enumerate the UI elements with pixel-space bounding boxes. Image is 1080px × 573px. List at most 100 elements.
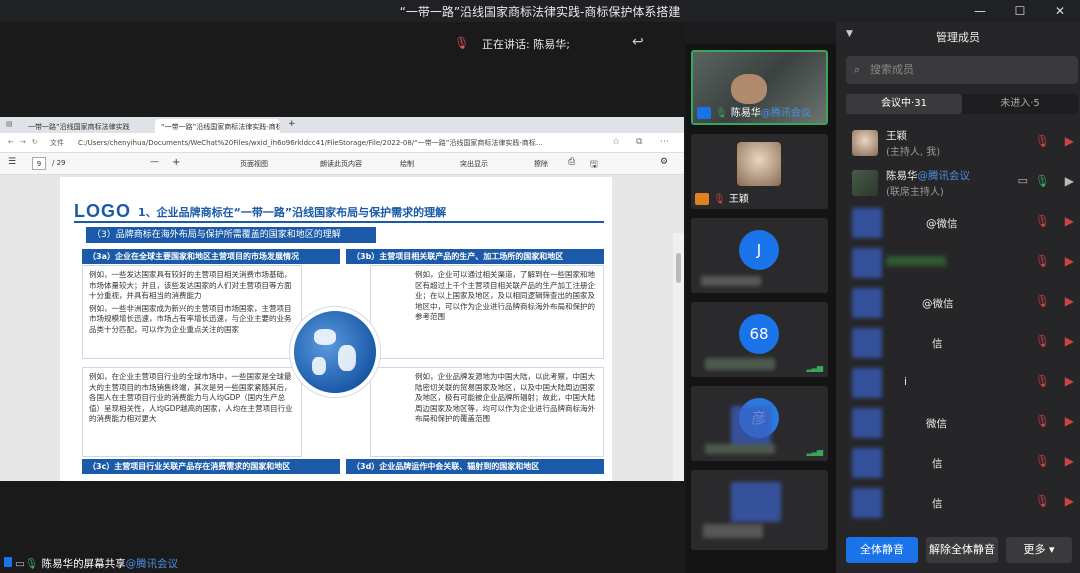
mute-all-button[interactable]: 全体静音 <box>846 537 918 563</box>
toc-icon[interactable]: ☰ <box>8 157 16 167</box>
video-tile[interactable]: J <box>691 218 828 293</box>
more-button[interactable]: 更多 ▾ <box>1006 537 1072 563</box>
scrollbar-thumb[interactable] <box>676 253 681 283</box>
globe-land <box>312 357 326 375</box>
member-row[interactable]: 信 🎙 ▶ <box>846 324 1080 364</box>
video-name: 🎙 陈易华@腾讯会议 <box>715 104 811 119</box>
member-search-input[interactable]: ⌕ 搜索成员 <box>846 56 1078 84</box>
q3d-paragraph-1: 例如，企业品牌发源地为中国大陆，以此考察，中国大陆密切关联的贸易国家及地区，以及… <box>415 372 595 423</box>
video-tile[interactable]: 🎙 陈易华@腾讯会议 <box>691 50 828 125</box>
draw-button[interactable]: 绘制 <box>400 159 414 169</box>
q3b-title: （3b）主营项目相关联产品的生产、加工场所的国家和地区 <box>346 249 604 264</box>
mic-muted-icon[interactable]: 🎙 <box>1035 134 1050 148</box>
camera-off-icon[interactable]: ▶ <box>1065 214 1074 228</box>
mic-muted-icon[interactable]: 🎙 <box>1035 334 1050 348</box>
member-row[interactable]: 信 🎙 ▶ <box>846 444 1080 484</box>
save-icon[interactable]: 🖫 <box>590 157 598 173</box>
q3a-paragraph-1: 例如，一些发达国家具有较好的主营项目相关消费市场基础，市场体量较大；并且，该些发… <box>89 270 292 300</box>
q3b-text: 例如，企业可以通过相关渠道，了解到在一些国家和地区有超过上千个主营项目相关联产品… <box>370 265 604 359</box>
collections-icon[interactable]: ⧉ <box>636 137 642 147</box>
mic-muted-icon[interactable]: 🎙 <box>1035 454 1050 468</box>
maximize-button[interactable]: ☐ <box>1000 0 1040 22</box>
camera-off-icon[interactable]: ▶ <box>1065 494 1074 508</box>
participant-avatar: 68 <box>739 314 779 354</box>
panel-title: 管理成员 <box>936 31 980 44</box>
nav-buttons[interactable]: ←→↻ <box>8 138 44 146</box>
blurred-avatar <box>852 288 882 318</box>
member-role: (联席主持人) <box>886 187 944 198</box>
member-row[interactable]: 信 🎙 ▶ <box>846 484 1080 524</box>
url-field[interactable]: C:/Users/chenyihua/Documents/WeChat%20Fi… <box>78 138 598 148</box>
mic-muted-icon[interactable]: 🎙 <box>1035 374 1050 388</box>
host-badge-icon <box>697 107 711 119</box>
video-tile[interactable] <box>691 470 828 550</box>
settings-icon[interactable]: ⚙ <box>660 157 668 167</box>
fit-view-button[interactable]: 页面视图 <box>240 159 268 169</box>
camera-icon[interactable]: ▶ <box>1065 174 1074 188</box>
close-button[interactable]: ✕ <box>1040 0 1080 22</box>
camera-off-icon[interactable]: ▶ <box>1065 374 1074 388</box>
video-tile[interactable]: 彦 ▂▃▅ <box>691 386 828 461</box>
blurred-avatar <box>731 406 771 446</box>
member-tag: 信 <box>932 458 943 470</box>
video-tile[interactable]: 68 ▂▃▅ <box>691 302 828 377</box>
host-badge-icon <box>695 193 709 205</box>
camera-off-icon[interactable]: ▶ <box>1065 254 1074 268</box>
mic-on-icon[interactable]: 🎙 <box>1035 174 1050 188</box>
camera-off-icon[interactable]: ▶ <box>1065 414 1074 428</box>
tab-in-meeting[interactable]: 会议中·31 <box>846 94 962 114</box>
camera-off-icon[interactable]: ▶ <box>1065 454 1074 468</box>
blurred-avatar <box>852 488 882 518</box>
pdf-page: LOGO 1、企业品牌商标在“一带一路”沿线国家布局与保护需求的理解 （3）品牌… <box>60 177 612 481</box>
member-tag: 信 <box>932 338 943 350</box>
window-title: “一带一路”沿线国家商标法律实践-商标保护体系搭建 <box>399 5 681 19</box>
shared-screen[interactable]: ▤ 一带一路”沿线国家商标法律实践 “一带一路”沿线国家商标法律实践-商标保 +… <box>0 117 684 481</box>
mic-muted-icon[interactable]: 🎙 <box>1035 294 1050 308</box>
tab-label: “一带一路”沿线国家商标法律实践-商标保 <box>161 123 280 131</box>
member-row[interactable]: 王颖 (主持人, 我) 🎙 ▶ <box>846 124 1080 164</box>
tab-not-joined[interactable]: 未进入·5 <box>962 94 1078 114</box>
member-row[interactable]: 微信 🎙 ▶ <box>846 404 1080 444</box>
globe-illustration <box>290 307 380 397</box>
member-row[interactable]: 🎙 ▶ <box>846 244 1080 284</box>
mic-muted-icon[interactable]: 🎙 <box>1035 254 1050 268</box>
mic-muted-icon[interactable]: 🎙 <box>1035 214 1050 228</box>
mic-muted-icon[interactable]: 🎙 <box>1035 494 1050 508</box>
more-icon[interactable]: ⋯ <box>660 137 669 147</box>
minimize-button[interactable]: — <box>960 0 1000 22</box>
pdf-scrollbar[interactable] <box>673 233 684 481</box>
member-row[interactable]: i 🎙 ▶ <box>846 364 1080 404</box>
highlight-button[interactable]: 突出显示 <box>460 159 488 169</box>
members-panel: ▼ 管理成员 ⌕ 搜索成员 会议中·31 未进入·5 王颖 (主持人, 我) 🎙… <box>836 22 1080 573</box>
member-row[interactable]: 陈易华@腾讯会议 (联席主持人) ▭ 🎙 ▶ <box>846 164 1080 204</box>
camera-off-icon[interactable]: ▶ <box>1065 134 1074 148</box>
slide-logo: LOGO <box>74 201 131 221</box>
unmute-all-button[interactable]: 解除全体静音 <box>926 537 998 563</box>
blurred-name <box>705 358 775 370</box>
panel-footer: 全体静音 解除全体静音 更多 ▾ <box>836 527 1080 573</box>
mic-muted-icon: 🎙 <box>454 36 470 50</box>
page-number-input[interactable]: 9 <box>32 157 46 170</box>
browser-tab-active[interactable]: “一带一路”沿线国家商标法律实践-商标保 <box>155 119 280 133</box>
camera-off-icon[interactable]: ▶ <box>1065 294 1074 308</box>
back-arrow-icon[interactable]: ↩ <box>632 34 644 50</box>
video-tile[interactable]: 🎙 王颖 <box>691 134 828 209</box>
member-row[interactable]: @微信 🎙 ▶ <box>846 204 1080 244</box>
mic-muted-icon[interactable]: 🎙 <box>1035 414 1050 428</box>
q3c-paragraph-1: 例如，在企业主营项目行业的全球市场中，一些国家是全球最大的主营项目的市场销售终端… <box>89 372 293 423</box>
erase-button[interactable]: 擦除 <box>534 159 548 169</box>
blurred-avatar <box>731 482 781 522</box>
zoom-out-button[interactable]: — <box>150 157 159 167</box>
favorite-icon[interactable]: ☆ <box>612 137 620 147</box>
member-name-text: 陈易华 <box>886 170 918 182</box>
print-icon[interactable]: ⎙ <box>568 157 575 167</box>
pdf-viewport[interactable]: LOGO 1、企业品牌商标在“一带一路”沿线国家布局与保护需求的理解 （3）品牌… <box>0 175 684 481</box>
read-aloud-button[interactable]: 朗读此页内容 <box>320 159 362 169</box>
new-tab-button[interactable]: + <box>288 119 296 129</box>
member-row[interactable]: @微信 🎙 ▶ <box>846 284 1080 324</box>
blurred-avatar <box>852 208 882 238</box>
camera-off-icon[interactable]: ▶ <box>1065 334 1074 348</box>
browser-tab[interactable]: 一带一路”沿线国家商标法律实践 <box>22 119 152 133</box>
zoom-in-button[interactable]: + <box>172 157 180 168</box>
window-menu-icon[interactable]: ▤ <box>6 120 13 128</box>
